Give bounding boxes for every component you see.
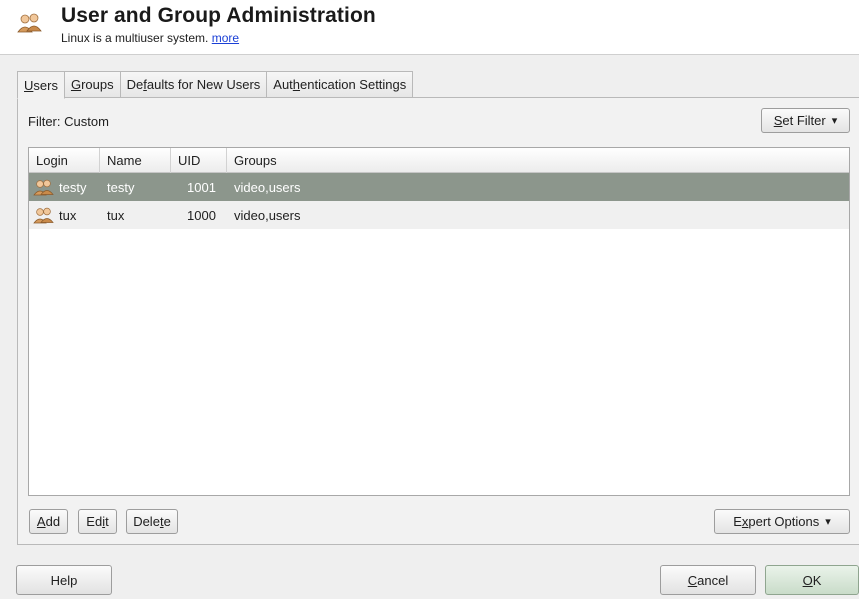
cell-name: testy (107, 179, 135, 195)
expert-pre: E (733, 514, 742, 529)
tab-users-label: sers (33, 77, 58, 93)
set-filter-key: S (773, 113, 783, 128)
add-button[interactable]: Add (29, 509, 68, 534)
users-table: Login Name UID Groups testy testy 1001 v… (28, 147, 850, 496)
delete-post: e (163, 514, 171, 529)
page-subtitle: Linux is a multiuser system. more (61, 31, 239, 45)
tab-defaults-new-users[interactable]: De f aults for New Users (120, 71, 268, 98)
login-value: testy (59, 179, 87, 195)
users-panel: Filter: Custom Set Filter ▾ Login Name UI… (17, 97, 859, 545)
filter-label: Filter: Custom (28, 114, 109, 129)
column-header-name[interactable]: Name (100, 148, 171, 173)
cell-login: testy (31, 173, 99, 201)
set-filter-button[interactable]: Set Filter ▾ (761, 108, 850, 133)
expert-label: pert Options (748, 514, 820, 529)
cell-groups: video,users (234, 207, 301, 223)
page-title: User and Group Administration (61, 4, 376, 27)
tab-auth-pre: Aut (273, 77, 293, 92)
column-header-login[interactable]: Login (29, 148, 100, 173)
table-row[interactable]: tux tux 1000 video,users (29, 201, 849, 229)
edit-post: t (105, 514, 109, 529)
cell-uid: 1000 (187, 207, 216, 223)
cancel-button[interactable]: Cancel (660, 565, 756, 595)
ok-label: K (812, 572, 822, 588)
add-label: dd (45, 514, 61, 529)
delete-pre: Dele (133, 514, 160, 529)
subtitle-text: Linux is a multiuser system. (61, 31, 209, 45)
login-value: tux (59, 207, 77, 223)
edit-button[interactable]: Ed i t (78, 509, 117, 534)
ok-button[interactable]: OK (765, 565, 859, 595)
tab-users-key: U (24, 77, 34, 93)
add-key: A (36, 514, 46, 529)
column-header-groups[interactable]: Groups (227, 148, 849, 173)
tab-groups-key: G (70, 77, 82, 92)
cell-name: tux (107, 207, 125, 223)
cell-groups: video,users (234, 179, 301, 195)
more-link[interactable]: more (212, 31, 239, 45)
header: User and Group Administration Linux is a… (0, 0, 859, 54)
set-filter-label: et Filter (782, 113, 826, 128)
help-button[interactable]: Help (16, 565, 112, 595)
tab-groups-label: roups (81, 77, 114, 92)
table-row[interactable]: testy testy 1001 video,users (29, 173, 849, 201)
user-icon (33, 207, 54, 223)
expert-options-button[interactable]: Ex pert Options ▾ (714, 509, 850, 534)
edit-pre: Ed (86, 514, 103, 529)
main-area: Users Groups De f aults for New Users Aut h… (0, 54, 859, 599)
tab-auth-key: h (292, 77, 301, 92)
chevron-down-icon: ▾ (831, 115, 838, 127)
ok-key: O (802, 572, 813, 588)
users-icon (17, 13, 42, 33)
column-header-uid[interactable]: UID (171, 148, 227, 173)
cell-login: tux (31, 201, 99, 229)
user-icon (33, 179, 54, 195)
delete-button[interactable]: Dele t e (126, 509, 178, 534)
tab-auth-label: entication Settings (300, 77, 407, 92)
help-label: Help (50, 572, 78, 588)
tab-users[interactable]: Users (17, 71, 65, 99)
tab-groups[interactable]: Groups (64, 71, 121, 98)
chevron-down-icon: ▾ (825, 516, 831, 528)
cancel-label: ancel (697, 572, 729, 588)
tab-bar: Users Groups De f aults for New Users Aut h… (17, 71, 414, 99)
tab-defaults-label: aults for New Users (146, 77, 261, 92)
tab-authentication-settings[interactable]: Aut h entication Settings (267, 71, 414, 98)
cell-uid: 1001 (187, 179, 216, 195)
table-header: Login Name UID Groups (29, 148, 849, 173)
tab-defaults-pre: De (126, 77, 144, 92)
cancel-key: C (687, 572, 698, 588)
